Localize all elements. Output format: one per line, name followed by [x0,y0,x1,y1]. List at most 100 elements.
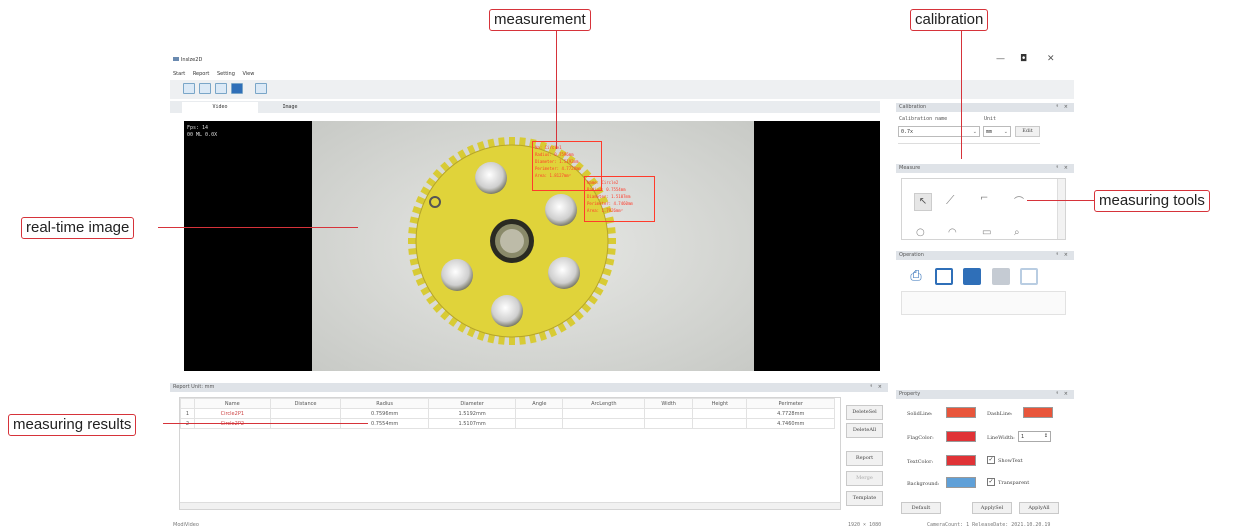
report-button[interactable]: Report [846,451,883,466]
minimize-button[interactable]: — [996,54,1005,64]
measure-2-diameter: Diameter: 1.5107mm [587,194,631,199]
transparent-label: Transparent [998,480,1030,486]
empty-cell [341,439,428,449]
grid-icon[interactable] [1020,268,1038,285]
transparent-checkbox[interactable]: ✓ [987,478,995,486]
realtime-image-callout: real-time image [21,217,135,239]
close-button[interactable]: ✕ [1047,54,1055,64]
zoom-tool-icon[interactable]: ⌕ [1014,227,1020,238]
column-header[interactable]: Diameter [427,398,517,409]
cell-perimeter: 4.7728mm [746,408,835,419]
calibration-slider[interactable] [898,143,1040,149]
print-icon[interactable]: ⎙ [907,268,925,285]
new-icon[interactable] [183,83,195,94]
unit-select[interactable]: mm ⌄ [983,126,1011,137]
text-color-swatch[interactable] [946,455,976,466]
cell-arclength [562,408,646,419]
column-header[interactable]: Distance [269,398,342,409]
circle-tool-icon[interactable]: ○ [916,227,925,238]
column-header[interactable]: Width [644,398,694,409]
results-table-container: Name Distance Radius Diameter Angle ArcLength… [179,397,841,510]
horizontal-scrollbar[interactable] [180,502,840,509]
column-header[interactable]: Perimeter [746,398,835,409]
line-tool-icon[interactable]: ⟋ [946,193,954,208]
empty-cell [181,469,195,479]
results-header-row: Name Distance Radius Diameter Angle ArcLength… [180,398,835,409]
save-image-icon[interactable] [935,268,953,285]
merge-button[interactable]: Merge [846,471,883,486]
empty-cell [645,449,693,459]
rect-tool-icon[interactable]: ▭ [982,227,991,238]
empty-cell [270,449,341,459]
default-button[interactable]: Default [901,502,941,514]
empty-cell [181,459,195,469]
app-title: Inslze2D [173,56,202,63]
flag-color-label: FlagColor: [907,435,934,441]
empty-cell [516,479,563,489]
status-left: ModiVideo [173,522,199,528]
column-header[interactable]: Name [194,398,271,409]
panel-pin-close-icon[interactable]: ᵍ × [1056,164,1070,173]
menu-view[interactable]: View [242,71,254,77]
column-header[interactable]: Angle [515,398,564,409]
arc-tool-icon[interactable]: ⌒ [1014,193,1024,208]
delete-sel-button[interactable]: DeleteSel [846,405,883,420]
select-pointer-icon[interactable]: ↖ [914,193,932,211]
menu-report[interactable]: Report [193,71,210,77]
measurement-callout-line [556,31,557,149]
empty-cell [270,429,341,439]
panel-pin-close-icon[interactable]: ᵍ × [1056,103,1070,112]
cell-angle [515,418,564,429]
measuring-tools-callout: measuring tools [1094,190,1210,212]
cell-arclength [562,418,646,429]
exit-icon[interactable] [255,83,267,94]
apply-sel-button[interactable]: ApplySel [972,502,1012,514]
empty-cell [693,469,747,479]
dash-line-color-swatch[interactable] [1023,407,1053,418]
empty-cell [747,429,835,439]
panel-pin-close-icon[interactable]: ᵍ × [870,383,884,392]
edit-calibration-button[interactable]: Edit [1015,126,1040,137]
open-folder-icon[interactable] [199,83,211,94]
tab-image[interactable]: Image [270,104,310,110]
menu-setting[interactable]: Setting [217,71,235,77]
line-width-spinner[interactable]: 1 ↕ [1018,431,1051,442]
video-viewport[interactable]: Fps: 14 00 ML 0.0X Na: Circle1 Radius: 0… [184,121,880,371]
dash-line-label: DashLine: [987,411,1013,417]
tab-video[interactable]: Video [182,102,258,113]
empty-cell [693,479,747,489]
property-panel-header: Property ᵍ × [896,390,1074,399]
save-icon[interactable] [215,83,227,94]
column-header[interactable]: Height [692,398,748,409]
column-header[interactable]: Radius [340,398,429,409]
calibration-select[interactable]: 0.7x ⌄ [898,126,980,137]
restore-button[interactable]: ◘ [1020,54,1027,64]
tools-scrollbar[interactable] [1057,179,1065,239]
flag-color-swatch[interactable] [946,431,976,442]
fullscreen-icon[interactable] [231,83,243,94]
empty-cell [181,429,195,439]
cell-angle [515,408,564,419]
show-text-checkbox[interactable]: ✓ [987,456,995,464]
realtime-image-callout-line [158,227,358,228]
apply-all-button[interactable]: ApplyAll [1019,502,1059,514]
unit-label: Unit [984,116,997,122]
empty-cell [181,449,195,459]
panel-pin-close-icon[interactable]: ᵍ × [1056,390,1070,399]
table-row[interactable]: 1 Circle2P1 0.7596mm 1.5192mm 4.7728mm [180,408,835,419]
template-button[interactable]: Template [846,491,883,506]
solid-line-color-swatch[interactable] [946,407,976,418]
fullscreen-view-icon[interactable] [963,268,981,285]
background-color-swatch[interactable] [946,477,976,488]
report-title: Report Unit: mm [173,384,215,390]
app-window: Inslze2D — ◘ ✕ Start Report Setting View… [170,46,1074,531]
column-header[interactable]: ArcLength [562,398,646,409]
panel-pin-close-icon[interactable]: ᵍ × [1056,251,1070,260]
cell-name: Circle2P1 [194,408,271,419]
menu-start[interactable]: Start [173,71,185,77]
delete-all-button[interactable]: DeleteAll [846,423,883,438]
calibration-callout: calibration [910,9,989,31]
circle-3pt-tool-icon[interactable]: ◠ [948,227,957,238]
polyline-tool-icon[interactable]: ⌐ [980,193,988,204]
empty-cell [195,439,271,449]
